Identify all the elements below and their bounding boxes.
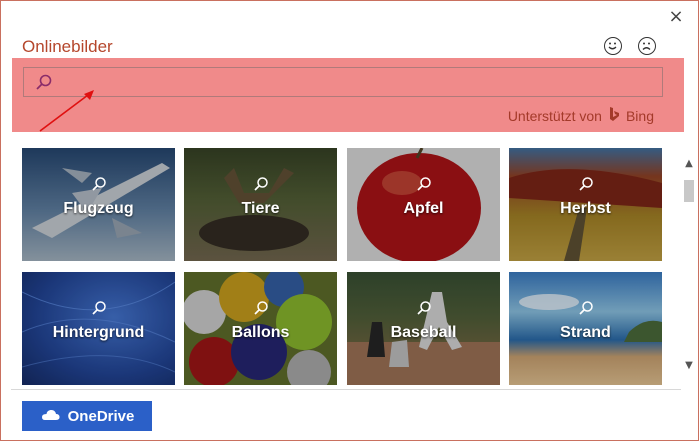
search-icon [90,300,108,318]
category-tile-hintergrund[interactable]: Hintergrund [22,272,175,385]
category-label: Tiere [241,200,280,217]
scroll-down-icon[interactable]: ▼ [683,360,695,372]
search-icon [577,176,595,194]
category-tile-baseball[interactable]: Baseball [347,272,500,385]
search-icon [415,176,433,194]
category-tile-apfel[interactable]: Apfel [347,148,500,261]
category-label: Apfel [403,200,444,217]
category-tile-tiere[interactable]: Tiere [184,148,337,261]
category-grid: Flugzeug Tiere Apfel Herbst Hintergrund … [22,148,662,386]
category-label: Strand [560,324,611,341]
powered-by: Unterstützt von Bing [508,106,654,125]
category-label: Hintergrund [52,324,145,341]
cloud-icon [40,408,60,425]
dialog-title: Onlinebilder [22,37,113,56]
footer-divider [11,389,681,390]
onedrive-label: OneDrive [67,407,135,425]
category-label: Herbst [560,200,611,217]
scroll-thumb[interactable] [684,180,694,202]
search-icon [252,176,270,194]
category-label: Ballons [231,324,290,341]
category-tile-strand[interactable]: Strand [509,272,662,385]
bing-logo-icon [608,106,620,125]
online-pictures-dialog: × Onlinebilder Unterstützt von Bing Flug… [0,0,699,441]
close-icon[interactable]: × [665,6,687,28]
search-icon [415,300,433,318]
category-tile-flugzeug[interactable]: Flugzeug [22,148,175,261]
onedrive-button[interactable]: OneDrive [22,401,152,431]
powered-by-label: Unterstützt von [507,107,602,124]
category-tile-ballons[interactable]: Ballons [184,272,337,385]
search-field[interactable] [23,67,663,97]
smile-icon[interactable] [604,37,622,55]
category-tile-herbst[interactable]: Herbst [509,148,662,261]
scroll-up-icon[interactable]: ▲ [683,158,695,170]
search-icon [252,300,270,318]
bing-label: Bing [625,107,654,124]
category-label: Flugzeug [63,200,134,217]
vertical-scrollbar[interactable]: ▲ ▼ [681,148,697,378]
search-icon [90,176,108,194]
search-icon [34,73,54,93]
frown-icon[interactable] [638,37,656,55]
search-input[interactable] [60,71,654,95]
category-label: Baseball [390,324,457,341]
search-icon [577,300,595,318]
